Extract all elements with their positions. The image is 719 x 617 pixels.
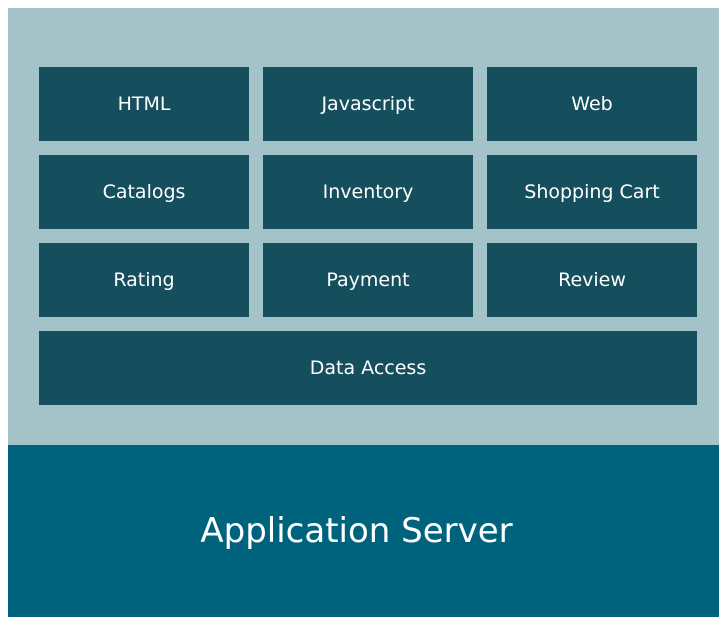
- module-shopping-cart: Shopping Cart: [487, 155, 697, 229]
- module-grid: HTML Javascript Web Catalogs Inventory S…: [39, 67, 697, 406]
- module-review: Review: [487, 243, 697, 317]
- module-catalogs: Catalogs: [39, 155, 249, 229]
- module-javascript: Javascript: [263, 67, 473, 141]
- application-server-block: Application Server: [8, 445, 719, 617]
- module-rating: Rating: [39, 243, 249, 317]
- architecture-diagram: HTML Javascript Web Catalogs Inventory S…: [8, 8, 719, 617]
- module-inventory: Inventory: [263, 155, 473, 229]
- module-html: HTML: [39, 67, 249, 141]
- module-web: Web: [487, 67, 697, 141]
- application-layer-panel: HTML Javascript Web Catalogs Inventory S…: [8, 8, 719, 445]
- module-payment: Payment: [263, 243, 473, 317]
- module-data-access: Data Access: [39, 331, 697, 405]
